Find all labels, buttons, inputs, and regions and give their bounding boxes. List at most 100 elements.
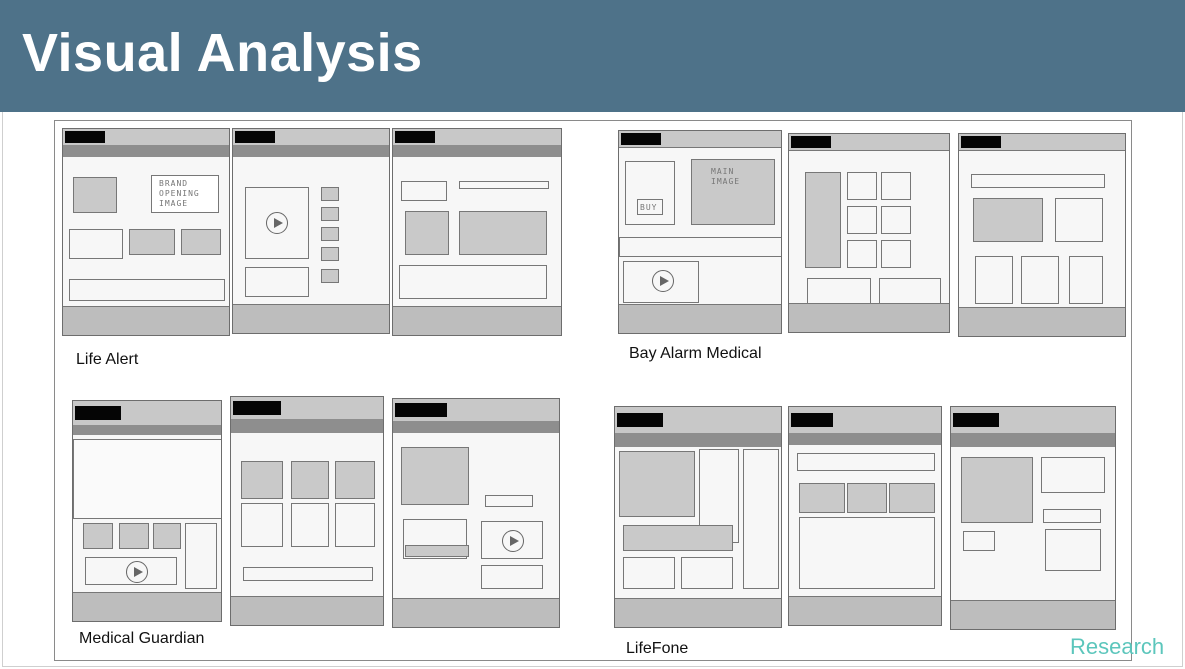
grid-cell bbox=[881, 206, 911, 234]
footer-bar bbox=[619, 304, 781, 333]
grid-cell bbox=[847, 240, 877, 268]
image-placeholder bbox=[335, 461, 375, 499]
thumbnail bbox=[321, 227, 339, 241]
logo-placeholder bbox=[395, 131, 435, 143]
logo-placeholder bbox=[395, 403, 447, 417]
image-placeholder bbox=[291, 461, 329, 499]
grid-cell bbox=[881, 240, 911, 268]
logo-placeholder bbox=[791, 413, 833, 427]
nav-bar bbox=[233, 145, 389, 157]
text-block bbox=[243, 567, 373, 581]
wireframe-sketch bbox=[614, 406, 782, 628]
image-placeholder bbox=[973, 198, 1043, 242]
wireframe-sketch bbox=[72, 400, 222, 622]
image-placeholder bbox=[405, 545, 469, 557]
wireframe-sketch bbox=[232, 128, 390, 334]
nav-bar bbox=[393, 145, 561, 157]
image-placeholder bbox=[241, 461, 283, 499]
research-label: Research bbox=[1070, 634, 1165, 659]
caption-bay-alarm-medical: Bay Alarm Medical bbox=[629, 345, 762, 362]
text-block bbox=[185, 523, 217, 589]
nav-bar bbox=[393, 421, 559, 433]
text-block bbox=[975, 256, 1013, 304]
nav-bar bbox=[951, 433, 1115, 447]
footer-bar bbox=[393, 306, 561, 335]
image-placeholder bbox=[181, 229, 221, 255]
image-placeholder bbox=[847, 483, 887, 513]
footer-bar bbox=[73, 592, 221, 621]
footer-bar bbox=[615, 598, 781, 627]
nav-bar bbox=[615, 433, 781, 447]
wireframe-sketch bbox=[950, 406, 1116, 630]
text-block bbox=[335, 503, 375, 547]
text-block bbox=[481, 565, 543, 589]
nav-bar bbox=[73, 425, 221, 435]
text-block bbox=[69, 279, 225, 301]
text-block bbox=[291, 503, 329, 547]
text-block bbox=[1045, 529, 1101, 571]
logo-placeholder bbox=[621, 133, 661, 145]
logo-placeholder bbox=[617, 413, 663, 427]
caption-life-alert: Life Alert bbox=[76, 351, 139, 368]
table-block bbox=[799, 517, 935, 589]
text-block bbox=[807, 278, 871, 304]
image-placeholder bbox=[805, 172, 841, 268]
wireframe-sketch bbox=[958, 133, 1126, 337]
text-block bbox=[241, 503, 283, 547]
caption-lifefone: LifeFone bbox=[626, 640, 689, 657]
image-placeholder bbox=[619, 451, 695, 517]
grid-cell bbox=[847, 172, 877, 200]
footer-bar bbox=[951, 600, 1115, 629]
text-block bbox=[245, 267, 309, 297]
play-icon bbox=[502, 530, 524, 552]
logo-placeholder bbox=[75, 406, 121, 420]
sketch-note: BRAND OPENING IMAGE bbox=[159, 179, 200, 208]
logo-placeholder bbox=[961, 136, 1001, 148]
footer-bar bbox=[393, 598, 559, 627]
video-placeholder bbox=[623, 261, 699, 303]
title-bar: Visual Analysis bbox=[0, 0, 1185, 112]
hero-image-placeholder bbox=[73, 439, 221, 519]
nav-bar bbox=[231, 419, 383, 433]
text-block bbox=[1021, 256, 1059, 304]
image-placeholder bbox=[129, 229, 175, 255]
text-block bbox=[623, 557, 675, 589]
play-icon bbox=[652, 270, 674, 292]
image-placeholder bbox=[889, 483, 935, 513]
image-placeholder bbox=[623, 525, 733, 551]
footer-bar bbox=[63, 306, 229, 335]
wireframe-sketch: BUY MAIN IMAGE bbox=[618, 130, 782, 334]
footer-bar bbox=[959, 307, 1125, 336]
text-block bbox=[485, 495, 533, 507]
wireframe-sketch: BRAND OPENING IMAGE bbox=[62, 128, 230, 336]
slide-title: Visual Analysis bbox=[22, 23, 423, 83]
text-block bbox=[743, 449, 779, 589]
nav-bar bbox=[63, 145, 229, 157]
logo-placeholder bbox=[235, 131, 275, 143]
image-placeholder bbox=[153, 523, 181, 549]
text-block bbox=[963, 531, 995, 551]
text-block bbox=[625, 161, 675, 225]
text-block bbox=[1069, 256, 1103, 304]
video-placeholder bbox=[85, 557, 177, 585]
caption-medical-guardian: Medical Guardian bbox=[79, 630, 205, 647]
footer-bar bbox=[789, 596, 941, 625]
wireframe-sketch bbox=[392, 128, 562, 336]
text-block bbox=[1043, 509, 1101, 523]
grid-cell bbox=[847, 206, 877, 234]
footer-bar bbox=[233, 304, 389, 333]
play-icon bbox=[126, 561, 148, 583]
text-block bbox=[971, 174, 1105, 188]
text-block bbox=[401, 181, 447, 201]
text-block bbox=[459, 181, 549, 189]
thumbnail bbox=[321, 247, 339, 261]
image-placeholder bbox=[961, 457, 1033, 523]
thumbnail bbox=[321, 187, 339, 201]
image-placeholder bbox=[83, 523, 113, 549]
logo-placeholder bbox=[65, 131, 105, 143]
play-icon bbox=[266, 212, 288, 234]
image-placeholder bbox=[401, 447, 469, 505]
thumbnail bbox=[321, 207, 339, 221]
wireframe-sketch bbox=[392, 398, 560, 628]
text-block bbox=[681, 557, 733, 589]
